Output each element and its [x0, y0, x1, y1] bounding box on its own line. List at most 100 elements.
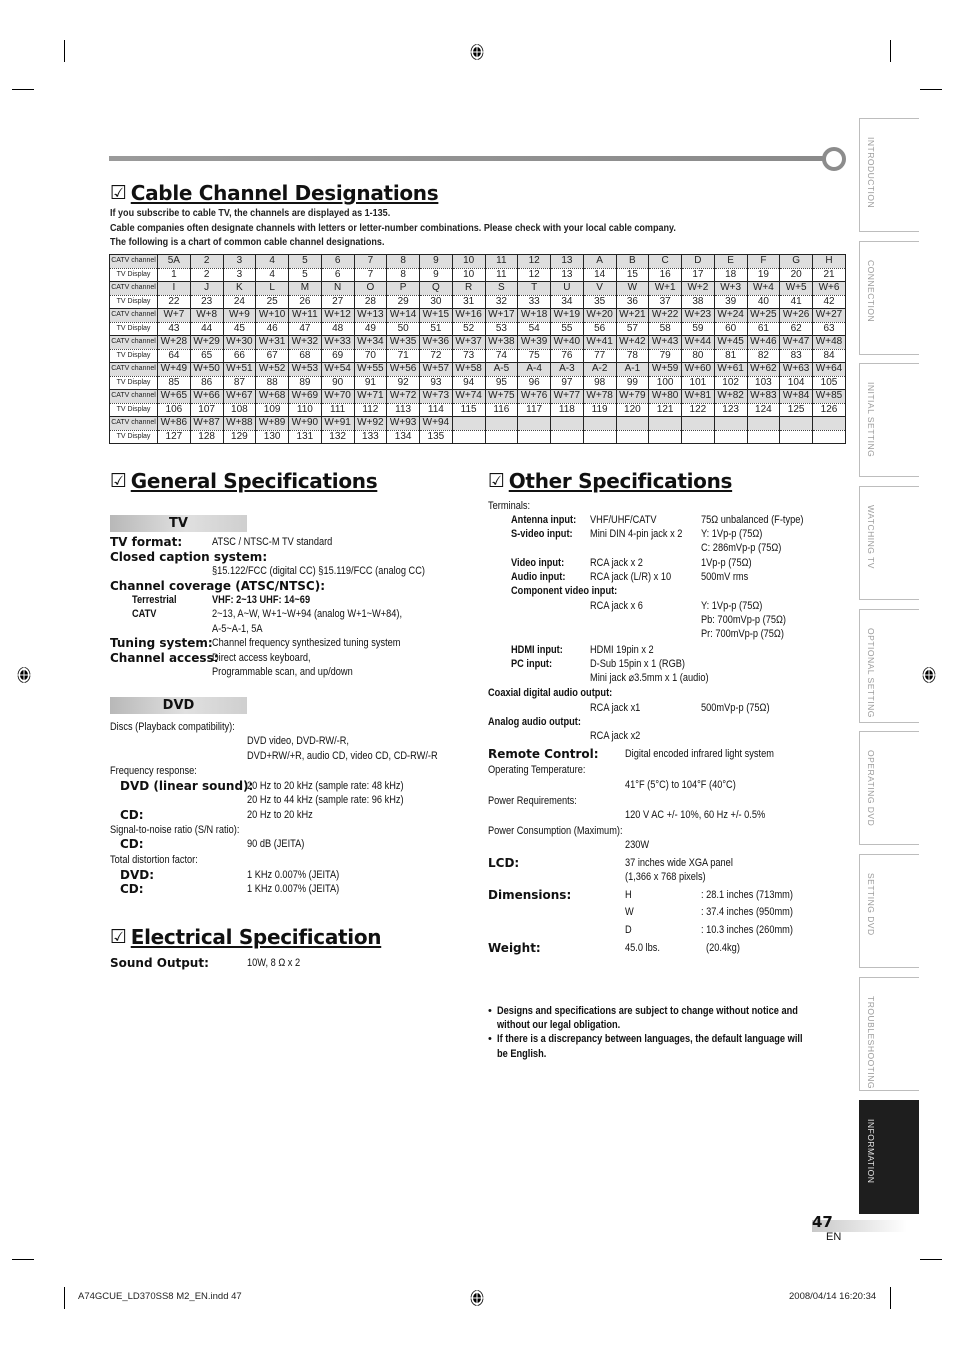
channel-cell: W+9	[222, 308, 257, 322]
channel-cell: B	[615, 254, 650, 268]
channel-cell: W+16	[451, 308, 486, 322]
side-tab-information[interactable]: INFORMATION	[859, 1100, 919, 1214]
channel-cell: W+91	[320, 416, 355, 430]
channel-cell: 71	[386, 349, 420, 363]
channel-cell: 110	[288, 403, 322, 417]
channel-cell: 119	[582, 403, 617, 417]
channel-cell: 7	[353, 268, 388, 282]
channel-cell: 5	[288, 268, 322, 282]
channel-cell: W+60	[681, 362, 715, 376]
channel-cell: W+17	[484, 308, 519, 322]
channel-cell: G	[779, 254, 813, 268]
channel-cell: W+54	[320, 362, 355, 376]
channel-cell: W+24	[713, 308, 748, 322]
catv-channel-row: CATV channel W+65 W+66 W+67 W+68 W+69 W+70 W+71…	[109, 389, 846, 403]
row-label: CATV channel	[109, 308, 158, 322]
channel-cell: 24	[222, 295, 257, 309]
side-tab-optional-setting[interactable]: OPTIONAL SETTING	[859, 609, 919, 723]
channel-cell: V	[582, 281, 617, 295]
channel-cell: 15	[615, 268, 650, 282]
channel-cell: 38	[681, 295, 715, 309]
row-label: CATV channel	[109, 254, 158, 268]
channel-cell: W+3	[713, 281, 748, 295]
channel-cell: W+68	[255, 389, 289, 403]
channel-cell: W+26	[779, 308, 813, 322]
other-specs: Terminals: Antenna input: VHF/UHF/CATV 7…	[488, 500, 804, 955]
channel-cell: 115	[451, 403, 486, 417]
channel-cell: W+48	[812, 335, 846, 349]
channel-cell: K	[222, 281, 257, 295]
channel-cell: W+65	[157, 389, 191, 403]
channel-cell: 118	[550, 403, 584, 417]
channel-cell: 45	[222, 322, 257, 336]
channel-cell: 76	[550, 349, 584, 363]
side-tab-label: TROUBLESHOOTING	[866, 996, 876, 1089]
channel-cell: W+49	[157, 362, 191, 376]
channel-cell: W+35	[386, 335, 420, 349]
channel-cell: W+87	[189, 416, 224, 430]
channel-cell: 105	[812, 376, 846, 390]
channel-cell: 48	[320, 322, 355, 336]
channel-cell: 124	[746, 403, 781, 417]
channel-cell: W+81	[681, 389, 715, 403]
channel-cell: 97	[550, 376, 584, 390]
channel-cell	[812, 416, 846, 430]
channel-cell: 1	[157, 268, 191, 282]
channel-cell: 72	[419, 349, 453, 363]
row-label: CATV channel	[109, 362, 158, 376]
side-tab-watching-tv[interactable]: WATCHING TV	[859, 486, 919, 600]
channel-cell: 30	[419, 295, 453, 309]
channel-cell: 21	[812, 268, 846, 282]
channel-cell: 13	[550, 268, 584, 282]
channel-cell: 2	[189, 268, 224, 282]
channel-cell: 12	[517, 268, 551, 282]
channel-cell: 113	[386, 403, 420, 417]
side-tab-label: INITIAL SETTING	[866, 382, 876, 458]
channel-cell: 63	[812, 322, 846, 336]
channel-cell: 29	[386, 295, 420, 309]
channel-cell: W+30	[222, 335, 257, 349]
row-label: TV Display	[109, 403, 158, 417]
channel-cell: 107	[189, 403, 224, 417]
side-tab-connection[interactable]: CONNECTION	[859, 241, 919, 355]
channel-cell: O	[353, 281, 388, 295]
channel-cell: 130	[255, 430, 289, 444]
catv-channel-row: CATV channel W+28 W+29 W+30 W+31 W+32 W+33 W+34…	[109, 335, 846, 349]
channel-cell: W+12	[320, 308, 355, 322]
row-label: TV Display	[109, 295, 158, 309]
row-label: TV Display	[109, 376, 158, 390]
side-tab-initial-setting[interactable]: INITIAL SETTING	[859, 363, 919, 477]
channel-cell: 14	[582, 268, 617, 282]
side-tab-introduction[interactable]: INTRODUCTION	[859, 118, 919, 232]
side-tab-troubleshooting[interactable]: TROUBLESHOOTING	[859, 977, 919, 1091]
channel-cell: W+10	[255, 308, 289, 322]
channel-cell: 3	[222, 268, 257, 282]
tv-display-row: TV Display 1 2 3 4 5 6 7 8 9 10 11 12 13 14 15 16 17 18 19 2…	[109, 268, 846, 282]
channel-cell: 132	[320, 430, 355, 444]
channel-cell: W+32	[288, 335, 322, 349]
channel-cell: 10	[451, 254, 486, 268]
channel-cell	[746, 416, 781, 430]
channel-cell: 53	[484, 322, 519, 336]
channel-cell: W+53	[288, 362, 322, 376]
channel-cell: 12	[517, 254, 551, 268]
channel-cell: 95	[484, 376, 519, 390]
channel-cell: Q	[419, 281, 453, 295]
row-label: CATV channel	[109, 335, 158, 349]
channel-cell	[550, 416, 584, 430]
channel-cell: 88	[255, 376, 289, 390]
channel-cell: 5	[288, 254, 322, 268]
tv-display-row: TV Display 127 128 129 130 131 132 133 134 135	[109, 430, 846, 444]
channel-cell: A	[582, 254, 617, 268]
channel-cell: 36	[615, 295, 650, 309]
header-rule	[109, 156, 825, 161]
side-tab-setting-dvd[interactable]: SETTING DVD	[859, 854, 919, 968]
channel-cell: W+37	[451, 335, 486, 349]
channel-cell: A-3	[550, 362, 584, 376]
side-tab-operating-dvd[interactable]: OPERATING DVD	[859, 731, 919, 845]
channel-cell: W+83	[746, 389, 781, 403]
checkbox-icon: ☑	[488, 469, 505, 492]
channel-cell: 134	[386, 430, 420, 444]
channel-cell: 94	[451, 376, 486, 390]
page-language: EN	[826, 1231, 842, 1243]
